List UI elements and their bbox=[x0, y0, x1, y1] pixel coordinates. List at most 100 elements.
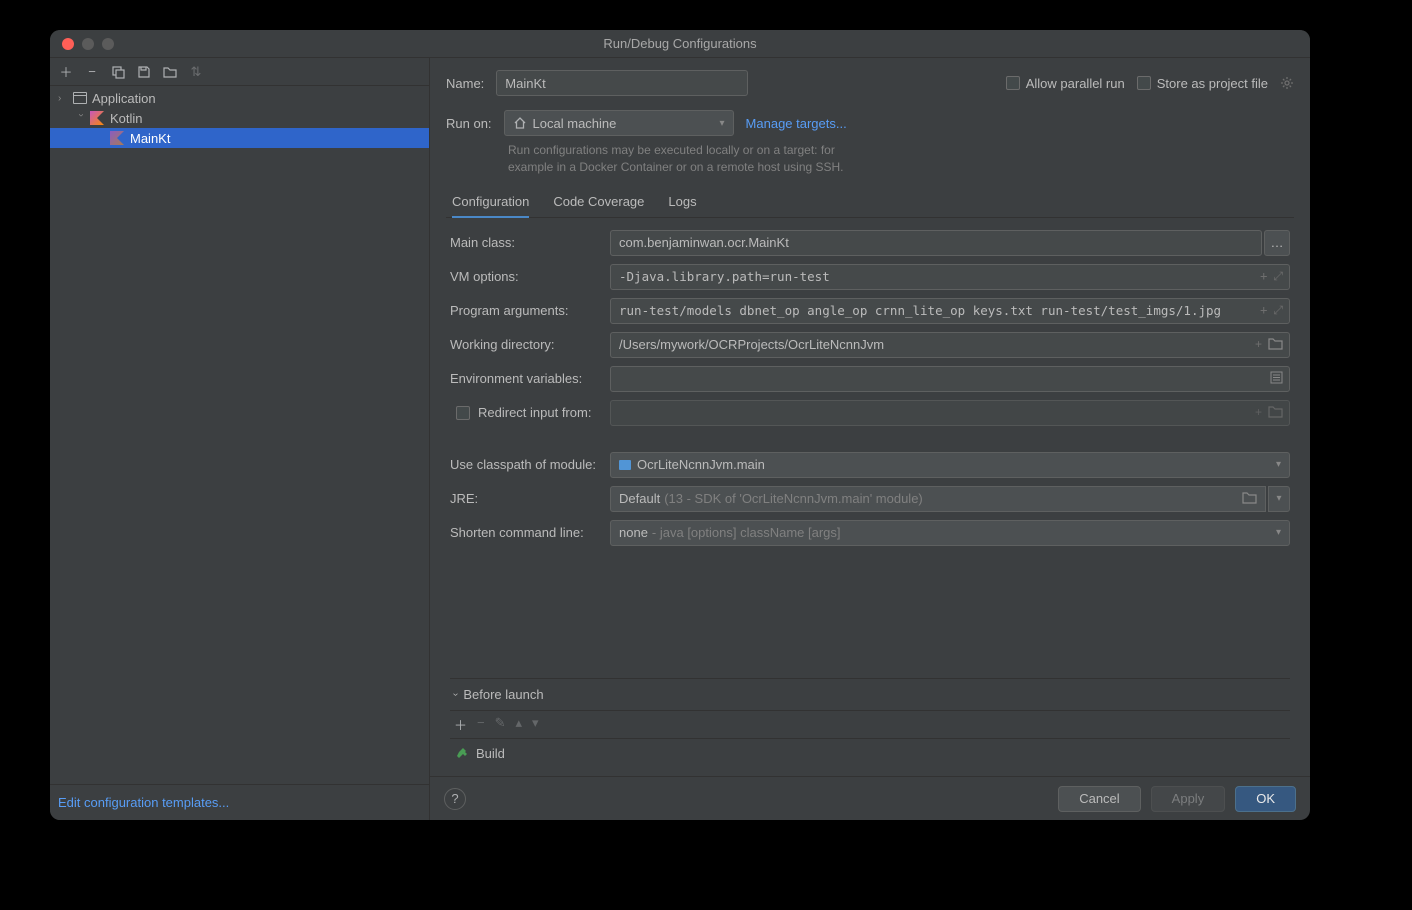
before-launch-header[interactable]: › Before launch bbox=[450, 679, 1290, 710]
tree-label: Kotlin bbox=[110, 111, 143, 126]
tab-coverage[interactable]: Code Coverage bbox=[553, 188, 644, 217]
tree-label: Application bbox=[92, 91, 156, 106]
list-icon[interactable] bbox=[1270, 371, 1283, 387]
browse-class-button[interactable]: … bbox=[1264, 230, 1290, 256]
save-icon[interactable] bbox=[136, 64, 152, 80]
program-args-label: Program arguments: bbox=[450, 303, 600, 318]
allow-parallel-checkbox[interactable]: Allow parallel run bbox=[1006, 76, 1125, 91]
before-launch-toolbar: ＋ − ✎ ▴ ▾ bbox=[450, 710, 1290, 739]
name-row: Name: Allow parallel run Store as projec… bbox=[446, 70, 1294, 96]
run-on-dropdown[interactable]: Local machine ▾ bbox=[504, 110, 734, 136]
module-icon bbox=[619, 460, 631, 470]
copy-icon[interactable] bbox=[110, 64, 126, 80]
remove-icon[interactable]: − bbox=[477, 715, 485, 734]
sidebar: ＋ − ⇅ › Application bbox=[50, 58, 430, 820]
caret-down-icon: ▾ bbox=[1276, 527, 1281, 538]
insert-macro-icon: + bbox=[1255, 405, 1262, 421]
cancel-button[interactable]: Cancel bbox=[1058, 786, 1140, 812]
tree-node-mainkt[interactable]: MainKt bbox=[50, 128, 429, 148]
add-icon[interactable]: ＋ bbox=[454, 715, 467, 734]
main-class-field[interactable]: com.benjaminwan.ocr.MainKt bbox=[610, 230, 1262, 256]
env-vars-label: Environment variables: bbox=[450, 371, 600, 386]
close-window-button[interactable] bbox=[62, 38, 74, 50]
run-on-value: Local machine bbox=[533, 116, 617, 131]
classpath-dropdown[interactable]: OcrLiteNcnnJvm.main ▾ bbox=[610, 452, 1290, 478]
name-label: Name: bbox=[446, 76, 484, 91]
minimize-window-button[interactable] bbox=[82, 38, 94, 50]
before-launch-list: Build bbox=[450, 739, 1290, 776]
help-button[interactable]: ? bbox=[444, 788, 466, 810]
content-area: ＋ − ⇅ › Application bbox=[50, 58, 1310, 820]
browse-folder-icon[interactable] bbox=[1268, 337, 1283, 353]
browse-folder-icon[interactable] bbox=[1242, 491, 1257, 507]
manage-targets-link[interactable]: Manage targets... bbox=[746, 116, 847, 131]
classpath-label: Use classpath of module: bbox=[450, 457, 600, 472]
insert-macro-icon[interactable]: + bbox=[1260, 269, 1267, 284]
name-input[interactable] bbox=[496, 70, 748, 96]
remove-icon[interactable]: − bbox=[84, 64, 100, 80]
tab-configuration[interactable]: Configuration bbox=[452, 188, 529, 218]
run-on-row: Run on: Local machine ▾ Manage targets..… bbox=[446, 110, 1294, 136]
caret-down-icon: ▾ bbox=[1276, 459, 1281, 470]
jre-field[interactable]: Default (13 - SDK of 'OcrLiteNcnnJvm.mai… bbox=[610, 486, 1266, 512]
home-icon bbox=[513, 116, 527, 130]
run-on-label: Run on: bbox=[446, 116, 492, 131]
window-controls bbox=[50, 38, 114, 50]
sort-icon[interactable]: ⇅ bbox=[188, 64, 204, 80]
expand-icon[interactable]: ⤢ bbox=[1273, 303, 1283, 318]
vm-options-field[interactable]: -Djava.library.path=run-test + ⤢ bbox=[610, 264, 1290, 290]
run-on-hint: Run configurations may be executed local… bbox=[508, 142, 1294, 176]
sidebar-footer: Edit configuration templates... bbox=[50, 784, 429, 820]
config-form: Main class: com.benjaminwan.ocr.MainKt …… bbox=[446, 218, 1294, 776]
main-panel: Name: Allow parallel run Store as projec… bbox=[430, 58, 1310, 820]
before-launch-section: › Before launch ＋ − ✎ ▴ ▾ bbox=[450, 678, 1290, 776]
jre-dropdown-button[interactable]: ▾ bbox=[1268, 486, 1290, 512]
add-icon[interactable]: ＋ bbox=[58, 64, 74, 80]
tab-logs[interactable]: Logs bbox=[668, 188, 696, 217]
ok-button[interactable]: OK bbox=[1235, 786, 1296, 812]
application-icon bbox=[72, 92, 88, 104]
before-launch-item[interactable]: Build bbox=[456, 745, 1284, 762]
insert-macro-icon[interactable]: + bbox=[1255, 337, 1262, 353]
allow-parallel-label: Allow parallel run bbox=[1026, 76, 1125, 91]
dialog-title: Run/Debug Configurations bbox=[603, 36, 756, 51]
config-tree: › Application › Kotlin MainKt bbox=[50, 86, 429, 784]
hammer-icon bbox=[456, 745, 470, 762]
chevron-right-icon: › bbox=[58, 93, 68, 104]
checkbox-icon bbox=[1137, 76, 1151, 90]
shorten-label: Shorten command line: bbox=[450, 525, 600, 540]
gear-icon[interactable] bbox=[1280, 76, 1294, 90]
kotlin-icon bbox=[90, 111, 106, 125]
maximize-window-button[interactable] bbox=[102, 38, 114, 50]
store-project-checkbox[interactable]: Store as project file bbox=[1137, 76, 1268, 91]
redirect-input-label: Redirect input from: bbox=[478, 405, 591, 420]
program-args-field[interactable]: run-test/models dbnet_op angle_op crnn_l… bbox=[610, 298, 1290, 324]
env-vars-field[interactable] bbox=[610, 366, 1290, 392]
redirect-input-field: + bbox=[610, 400, 1290, 426]
move-up-icon[interactable]: ▴ bbox=[516, 715, 523, 734]
checkbox-icon bbox=[1006, 76, 1020, 90]
vm-options-label: VM options: bbox=[450, 269, 600, 284]
dialog-window: Run/Debug Configurations ＋ − ⇅ › bbox=[50, 30, 1310, 820]
tree-label: MainKt bbox=[130, 131, 170, 146]
move-down-icon[interactable]: ▾ bbox=[532, 715, 539, 734]
edit-icon[interactable]: ✎ bbox=[495, 715, 506, 734]
browse-folder-icon bbox=[1268, 405, 1283, 421]
kotlin-icon bbox=[110, 131, 126, 145]
shorten-dropdown[interactable]: none - java [options] className [args] ▾ bbox=[610, 520, 1290, 546]
store-project-label: Store as project file bbox=[1157, 76, 1268, 91]
tree-node-kotlin[interactable]: › Kotlin bbox=[50, 108, 429, 128]
apply-button: Apply bbox=[1151, 786, 1226, 812]
working-dir-label: Working directory: bbox=[450, 337, 600, 352]
insert-macro-icon[interactable]: + bbox=[1260, 303, 1267, 318]
edit-templates-link[interactable]: Edit configuration templates... bbox=[58, 795, 229, 810]
folder-icon[interactable] bbox=[162, 64, 178, 80]
titlebar: Run/Debug Configurations bbox=[50, 30, 1310, 58]
chevron-down-icon: › bbox=[450, 693, 461, 696]
dialog-footer: ? Cancel Apply OK bbox=[430, 776, 1310, 820]
main-class-label: Main class: bbox=[450, 235, 600, 250]
working-dir-field[interactable]: /Users/mywork/OCRProjects/OcrLiteNcnnJvm… bbox=[610, 332, 1290, 358]
redirect-input-checkbox[interactable] bbox=[456, 406, 470, 420]
tree-node-application[interactable]: › Application bbox=[50, 88, 429, 108]
expand-icon[interactable]: ⤢ bbox=[1273, 269, 1283, 284]
